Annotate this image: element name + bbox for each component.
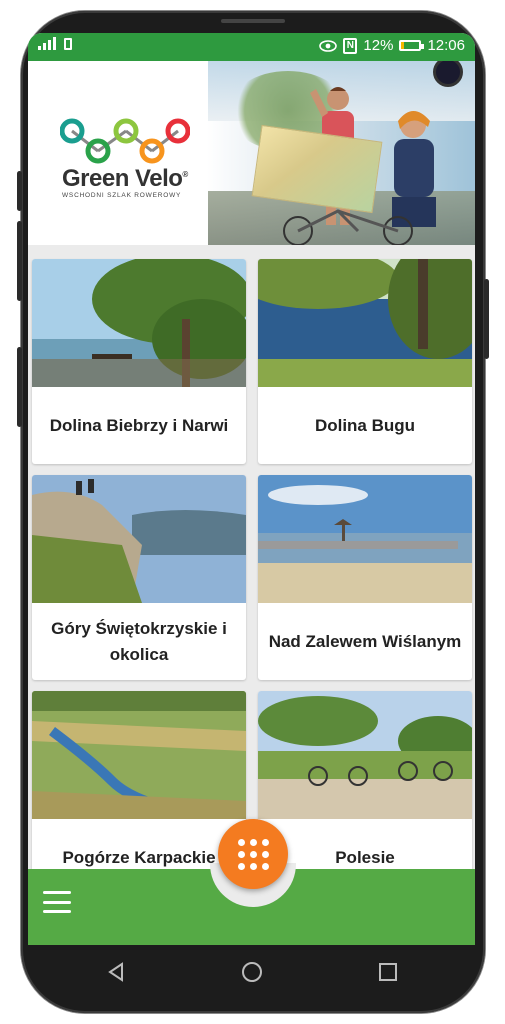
categories-fab-button[interactable] (218, 819, 288, 889)
system-nav-bar (49, 945, 456, 999)
region-photo (32, 475, 246, 603)
status-right: N 12% 12:06 (319, 37, 465, 54)
app-screen: N 12% 12:06 Green Velo® WSCHODNI SZLAK R… (28, 33, 475, 945)
home-button[interactable] (237, 957, 267, 987)
logo-name: Green Velo® (62, 165, 188, 192)
region-photo (258, 259, 472, 387)
recents-button[interactable] (373, 957, 403, 987)
earpiece (221, 19, 285, 23)
region-name: Nad Zalewem Wiślanym (268, 631, 462, 651)
battery-percent: 12% (363, 37, 394, 54)
region-card[interactable]: Góry Świętokrzyskie i okolica (32, 475, 246, 680)
volume-down-button (17, 221, 22, 301)
recents-square-icon (379, 963, 398, 981)
region-name: Dolina Bugu (314, 415, 416, 435)
logo-tagline: WSCHODNI SZLAK ROWEROWY (62, 192, 182, 199)
header-banner: Green Velo® WSCHODNI SZLAK ROWEROWY (28, 61, 475, 245)
grid-dots-icon (237, 838, 269, 870)
volume-up-button (17, 171, 22, 211)
sim-icon (64, 38, 72, 50)
region-card[interactable]: Nad Zalewem Wiślanym (258, 475, 472, 680)
power-button (484, 279, 489, 359)
region-card[interactable]: Dolina Bugu (258, 259, 472, 464)
signal-icon (38, 37, 72, 50)
bixby-button (17, 347, 22, 427)
region-card[interactable]: Dolina Biebrzy i Narwi (32, 259, 246, 464)
clock: 12:06 (427, 37, 465, 54)
banner-bicycles (283, 209, 413, 245)
region-name: Dolina Biebrzy i Narwi (49, 415, 229, 435)
region-photo (32, 691, 246, 819)
nfc-icon: N (343, 37, 358, 54)
hamburger-icon[interactable] (43, 891, 71, 913)
status-bar: N 12% 12:06 (28, 33, 475, 61)
home-circle-icon (242, 962, 263, 982)
region-name: Góry Świętokrzyskie i okolica (51, 619, 227, 664)
region-photo (258, 475, 472, 603)
battery-icon (399, 40, 425, 51)
back-button[interactable] (102, 957, 132, 987)
back-triangle-icon (108, 962, 123, 982)
eye-comfort-icon (319, 39, 338, 52)
region-photo (32, 259, 246, 387)
region-photo (258, 691, 472, 819)
